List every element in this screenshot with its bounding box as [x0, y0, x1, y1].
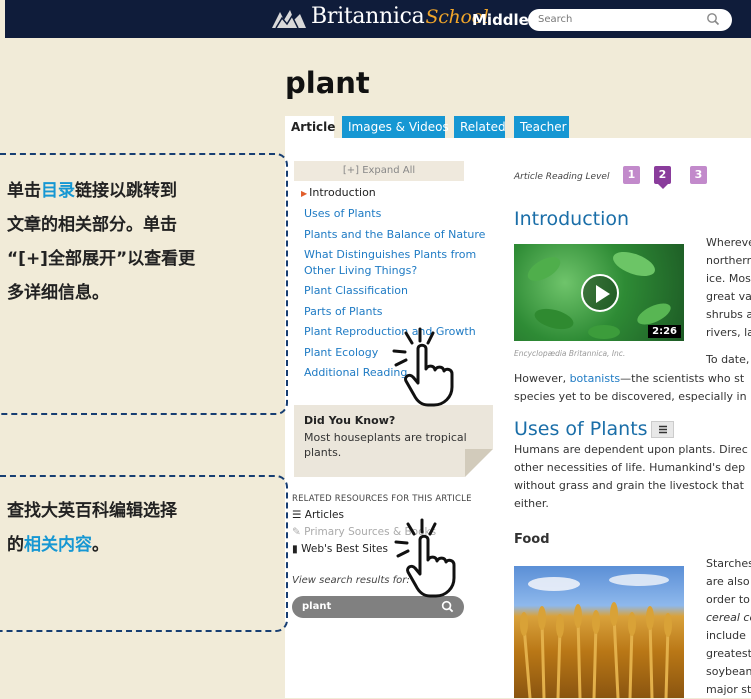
web-best-sites-link[interactable]: ▮ Web's Best Sites — [292, 543, 388, 555]
food-heading: Food — [514, 532, 550, 547]
top-header-bar: BritannicaSchool Middle Search — [5, 0, 751, 38]
expand-all-button[interactable]: [+] Expand All — [294, 161, 464, 181]
brand-level: Middle — [472, 11, 529, 29]
play-icon[interactable] — [581, 274, 619, 312]
toc-item-classification[interactable]: Plant Classification — [304, 284, 408, 297]
search-placeholder: Search — [538, 14, 573, 25]
search-input[interactable]: Search — [528, 9, 732, 31]
callout-line: “[+]全部展开”以查看更 — [7, 249, 196, 269]
food-line: order to — [706, 593, 750, 606]
tab-related[interactable]: Related — [454, 116, 506, 138]
food-line: soybean — [706, 665, 751, 678]
uses-line: either. — [514, 497, 549, 510]
food-line: cereal co — [706, 611, 751, 624]
uses-line: other necessities of life. Humankind's d… — [514, 461, 746, 474]
did-you-know-title: Did You Know? — [304, 414, 396, 427]
toc-item-distinguishes-line2[interactable]: Other Living Things? — [304, 264, 417, 277]
list-icon — [659, 425, 667, 434]
page-title: plant — [285, 66, 370, 100]
to-date-text: To date, — [706, 353, 750, 366]
tab-article[interactable]: Article — [285, 116, 335, 138]
however-line-2: species yet to be discovered, especially… — [514, 390, 747, 403]
tree-logo-icon — [272, 10, 306, 29]
however-text-2: —the scientists who st — [620, 372, 745, 385]
intro-paragraph: Whereve northern ice. Mos great va shrub… — [706, 234, 751, 342]
toc-item-uses[interactable]: Uses of Plants — [304, 207, 381, 220]
food-line: include — [706, 629, 746, 642]
wheat-stalks — [520, 574, 672, 698]
however-paragraph: However, botanists—the scientists who st… — [514, 370, 747, 406]
callout-text: 单击 — [7, 181, 41, 201]
video-thumbnail[interactable]: 2:26 — [514, 244, 684, 341]
tap-hand-icon — [394, 518, 456, 598]
food-line: greatest — [706, 647, 751, 660]
botanists-link[interactable]: botanists — [570, 372, 621, 385]
intro-line: Whereve — [706, 236, 751, 249]
current-arrow-icon: ▶ — [301, 189, 308, 198]
uses-line: without grass and grain the livestock th… — [514, 479, 744, 492]
bookmark-icon: ▮ — [292, 543, 298, 555]
callout-text-toc: 单击目录链接以跳转到 文章的相关部分。单击 “[+]全部展开”以查看更 多详细信… — [7, 174, 195, 310]
toc-item-distinguishes[interactable]: What Distinguishes Plants from — [304, 248, 476, 261]
toc-item-parts[interactable]: Parts of Plants — [304, 305, 383, 318]
brand-name: Britannica — [311, 4, 425, 29]
callout-text: 链接以跳转到 — [75, 181, 177, 201]
uses-paragraph: Humans are dependent upon plants. Direc … — [514, 441, 748, 513]
toc-item-introduction[interactable]: ▶ Introduction — [301, 186, 376, 199]
section-menu-button[interactable] — [651, 421, 674, 438]
search-term: plant — [302, 601, 332, 612]
however-text: However, — [514, 372, 570, 385]
callout-line: 多详细信息。 — [7, 283, 109, 303]
callout-highlight: 相关内容 — [24, 535, 92, 555]
intro-line: rivers, la — [706, 326, 751, 339]
video-caption: Encyclopædia Britannica, Inc. — [514, 349, 626, 358]
reading-level-label: Article Reading Level — [514, 172, 610, 182]
callout-line: 查找大英百科编辑选择 — [7, 501, 177, 521]
list-icon: ☰ — [292, 509, 302, 521]
uses-line: Humans are dependent upon plants. Direc — [514, 443, 748, 456]
wheat-image[interactable] — [514, 566, 684, 698]
callout-text-related: 查找大英百科编辑选择 的相关内容。 — [7, 494, 177, 562]
uses-heading: Uses of Plants — [514, 418, 648, 440]
related-articles-label: Articles — [304, 509, 344, 521]
food-line: major st — [706, 683, 751, 696]
did-you-know-text: Most houseplants are tropical plants. — [304, 431, 467, 459]
food-line: are also — [706, 575, 750, 588]
food-paragraph: Starches are also order to cereal co inc… — [706, 555, 751, 699]
tap-hand-icon — [392, 327, 454, 407]
toc-item-label: Introduction — [309, 186, 376, 199]
intro-line: northern — [706, 254, 751, 267]
toc-item-ecology[interactable]: Plant Ecology — [304, 346, 378, 359]
callout-highlight: 目录 — [41, 181, 75, 201]
intro-line: great va — [706, 290, 751, 303]
callout-text: 的 — [7, 535, 24, 555]
brand-logo[interactable]: BritannicaSchool — [311, 4, 489, 29]
reading-level-2-button[interactable]: 2 — [654, 166, 671, 189]
intro-line: shrubs a — [706, 308, 751, 321]
tab-images-videos[interactable]: Images & Videos — [342, 116, 449, 138]
video-duration: 2:26 — [648, 325, 681, 338]
introduction-heading: Introduction — [514, 208, 630, 230]
reading-level-3-button[interactable]: 3 — [690, 166, 707, 184]
callout-line: 文章的相关部分。单击 — [7, 215, 177, 235]
search-results-button[interactable]: plant — [292, 596, 464, 618]
edit-icon: ✎ — [292, 526, 301, 538]
related-articles-link[interactable]: ☰ Articles — [292, 509, 344, 521]
page-fold-corner — [465, 449, 493, 477]
callout-text: 。 — [92, 535, 109, 555]
search-icon[interactable] — [706, 12, 720, 26]
did-you-know-box: Did You Know? Most houseplants are tropi… — [294, 405, 493, 477]
intro-line: ice. Mos — [706, 272, 751, 285]
food-line: Starches — [706, 557, 751, 570]
web-best-sites-label: Web's Best Sites — [301, 543, 388, 555]
toc-item-balance[interactable]: Plants and the Balance of Nature — [304, 228, 485, 241]
reading-level-1-button[interactable]: 1 — [623, 166, 640, 184]
tab-teacher[interactable]: Teacher — [514, 116, 569, 138]
related-resources-heading: RELATED RESOURCES FOR THIS ARTICLE — [292, 494, 472, 504]
search-icon — [441, 600, 454, 613]
